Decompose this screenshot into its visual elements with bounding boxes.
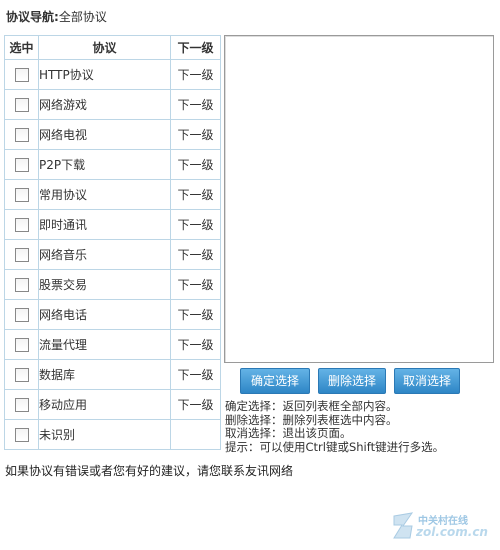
- next-level-cell: 下一级: [170, 359, 221, 390]
- watermark-line2: zol.com.cn: [416, 525, 488, 539]
- select-cell: [4, 239, 39, 270]
- select-cell: [4, 119, 39, 150]
- row-checkbox[interactable]: [14, 367, 29, 382]
- selected-protocols-listbox[interactable]: [224, 35, 494, 363]
- table-row: 数据库 下一级: [4, 359, 221, 390]
- row-checkbox[interactable]: [14, 67, 29, 82]
- row-checkbox[interactable]: [14, 97, 29, 112]
- table-row: 流量代理 下一级: [4, 329, 221, 360]
- protocol-navigation: 协议导航:全部协议: [6, 8, 107, 25]
- next-level-cell: 下一级: [170, 389, 221, 420]
- help-delete: 删除选择：删除列表框选中内容。: [225, 412, 398, 427]
- row-checkbox[interactable]: [14, 307, 29, 322]
- row-checkbox[interactable]: [14, 337, 29, 352]
- select-cell: [4, 419, 39, 450]
- next-level-cell: 下一级: [170, 299, 221, 330]
- select-cell: [4, 149, 39, 180]
- table-row: 即时通讯 下一级: [4, 209, 221, 240]
- row-checkbox[interactable]: [14, 247, 29, 262]
- next-level-cell: [170, 419, 221, 450]
- next-level-cell: 下一级: [170, 59, 221, 90]
- next-level-link[interactable]: 下一级: [177, 188, 213, 202]
- next-level-link[interactable]: 下一级: [177, 278, 213, 292]
- table-row: HTTP协议 下一级: [4, 59, 221, 90]
- next-level-link[interactable]: 下一级: [177, 248, 213, 262]
- cancel-selection-button[interactable]: 取消选择: [394, 368, 460, 394]
- protocol-name: 常用协议: [38, 179, 171, 210]
- protocol-name: 网络电视: [38, 119, 171, 150]
- select-cell: [4, 89, 39, 120]
- header-next-level: 下一级: [170, 35, 221, 60]
- protocol-name: 网络游戏: [38, 89, 171, 120]
- select-cell: [4, 389, 39, 420]
- next-level-cell: 下一级: [170, 149, 221, 180]
- zol-logo-icon: [393, 512, 414, 539]
- select-cell: [4, 179, 39, 210]
- header-select: 选中: [4, 35, 39, 60]
- next-level-cell: 下一级: [170, 269, 221, 300]
- protocol-table: 选中 协议 下一级 HTTP协议 下一级 网络游戏 下一级 网络电视 下一级 P2P下载 下一…: [4, 35, 221, 450]
- nav-current-all-protocols[interactable]: 全部协议: [59, 10, 107, 24]
- protocol-name: HTTP协议: [38, 59, 171, 90]
- next-level-link[interactable]: 下一级: [177, 128, 213, 142]
- row-checkbox[interactable]: [14, 187, 29, 202]
- next-level-cell: 下一级: [170, 329, 221, 360]
- next-level-cell: 下一级: [170, 209, 221, 240]
- feedback-note: 如果协议有错误或者您有好的建议，请您联系友讯网络: [5, 464, 294, 478]
- next-level-cell: 下一级: [170, 89, 221, 120]
- table-row: 移动应用 下一级: [4, 389, 221, 420]
- next-level-link[interactable]: 下一级: [177, 68, 213, 82]
- delete-selection-button[interactable]: 删除选择: [318, 368, 386, 394]
- next-level-link[interactable]: 下一级: [177, 218, 213, 232]
- help-text: 确定选择：返回列表框全部内容。 删除选择：删除列表框选中内容。 取消选择：退出该…: [225, 399, 495, 454]
- row-checkbox[interactable]: [14, 277, 29, 292]
- select-cell: [4, 299, 39, 330]
- next-level-cell: 下一级: [170, 179, 221, 210]
- confirm-selection-button[interactable]: 确定选择: [240, 368, 310, 394]
- protocol-name: 即时通讯: [38, 209, 171, 240]
- table-row: 网络音乐 下一级: [4, 239, 221, 270]
- next-level-link[interactable]: 下一级: [177, 308, 213, 322]
- help-confirm: 确定选择：返回列表框全部内容。: [225, 399, 398, 413]
- next-level-cell: 下一级: [170, 119, 221, 150]
- table-row: 网络游戏 下一级: [4, 89, 221, 120]
- table-row: 网络电视 下一级: [4, 119, 221, 150]
- protocol-name: 网络音乐: [38, 239, 171, 270]
- nav-label: 协议导航:: [6, 10, 59, 24]
- header-protocol: 协议: [38, 35, 171, 60]
- table-row: 未识别: [4, 419, 221, 450]
- protocol-name: P2P下载: [38, 149, 171, 180]
- next-level-link[interactable]: 下一级: [177, 398, 213, 412]
- help-cancel: 取消选择：退出该页面。: [225, 426, 352, 440]
- next-level-link[interactable]: 下一级: [177, 368, 213, 382]
- select-cell: [4, 329, 39, 360]
- protocol-name: 未识别: [38, 419, 171, 450]
- table-row: 网络电话 下一级: [4, 299, 221, 330]
- select-cell: [4, 359, 39, 390]
- help-tip: 提示：可以使用Ctrl键或Shift键进行多选。: [225, 439, 445, 454]
- protocol-name: 流量代理: [38, 329, 171, 360]
- next-level-cell: 下一级: [170, 239, 221, 270]
- select-cell: [4, 209, 39, 240]
- row-checkbox[interactable]: [14, 427, 29, 442]
- next-level-link[interactable]: 下一级: [177, 338, 213, 352]
- row-checkbox[interactable]: [14, 127, 29, 142]
- table-header-row: 选中 协议 下一级: [4, 35, 221, 60]
- table-row: 股票交易 下一级: [4, 269, 221, 300]
- select-cell: [4, 269, 39, 300]
- protocol-name: 数据库: [38, 359, 171, 390]
- row-checkbox[interactable]: [14, 397, 29, 412]
- watermark: 中关村在线 zol.com.cn: [390, 508, 496, 544]
- protocol-name: 网络电话: [38, 299, 171, 330]
- select-cell: [4, 59, 39, 90]
- table-row: 常用协议 下一级: [4, 179, 221, 210]
- protocol-name: 移动应用: [38, 389, 171, 420]
- row-checkbox[interactable]: [14, 217, 29, 232]
- row-checkbox[interactable]: [14, 157, 29, 172]
- next-level-link[interactable]: 下一级: [177, 98, 213, 112]
- table-row: P2P下载 下一级: [4, 149, 221, 180]
- protocol-name: 股票交易: [38, 269, 171, 300]
- next-level-link[interactable]: 下一级: [177, 158, 213, 172]
